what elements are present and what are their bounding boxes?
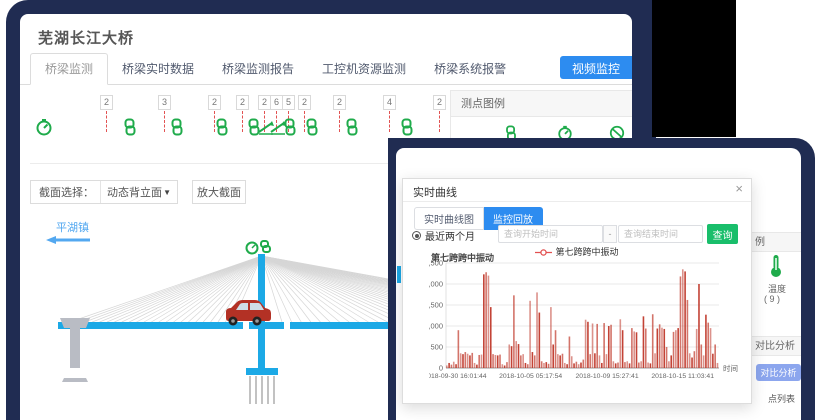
tower-sensor-icons [247, 241, 271, 254]
svg-text:1,500: 1,500 [429, 301, 443, 310]
query-start-time-input[interactable] [498, 225, 603, 243]
svg-text:2,500: 2,500 [429, 259, 443, 268]
svg-text:2018-10-05 05:17:54: 2018-10-05 05:17:54 [499, 373, 562, 380]
chain-icon[interactable] [303, 118, 321, 136]
black-region [652, 0, 736, 137]
svg-text:500: 500 [430, 343, 443, 352]
query-button[interactable]: 查询 [707, 224, 738, 244]
svg-text:时间: 时间 [723, 363, 738, 373]
compare-section-header: 对比分析 [752, 336, 801, 356]
sensor-count-badge: 2 [333, 95, 346, 110]
screen: 芜湖长江大桥 桥梁监测桥梁实时数据桥梁监测报告工控机资源监测桥梁系统报警 视频监… [0, 0, 815, 420]
sensor-dash-line [389, 111, 390, 132]
sensor-count-badge: 5 [282, 95, 295, 110]
bridge-pier [60, 318, 90, 382]
vibration-chart-canvas[interactable]: 0 500 1,000 1,500 2,000 2,500 2018-09-30 16:01… [429, 259, 741, 391]
chain-icon[interactable] [343, 118, 361, 136]
legend-label: 第七跨跨中振动 [555, 247, 618, 257]
svg-text:2018-10-15 11:03:41: 2018-10-15 11:03:41 [651, 373, 714, 380]
radio-label: 最近两个月 [425, 228, 475, 243]
sensor-dash-line [164, 111, 165, 132]
tower-sliver [397, 266, 401, 283]
temperature-count: ( 9 ) [764, 294, 780, 304]
dialog-tab-1[interactable]: 实时曲线图 [414, 207, 484, 230]
query-end-time-input[interactable] [618, 225, 703, 243]
svg-text:2,000: 2,000 [429, 280, 443, 289]
sensor-count-badge: 2 [298, 95, 311, 110]
sensor-count-badge: 2 [100, 95, 113, 110]
dialog-title: 实时曲线 [413, 184, 457, 200]
dialog-header: 实时曲线 × [403, 179, 751, 202]
sensor-count-badge: 2 [433, 95, 446, 110]
chevron-down-icon: ▼ [163, 188, 171, 197]
chain-icon[interactable] [281, 118, 299, 136]
sensor-dash-line [339, 111, 340, 132]
sensor-count-badge: 2 [208, 95, 221, 110]
overlay-window: 例 温度 ( 9 ) 对比分析 对比分析 点列表 实时曲线 × 实时曲线图监控回… [388, 138, 815, 420]
zoom-section-button[interactable]: 放大截面 [192, 180, 246, 204]
sensor-dash-line [106, 111, 107, 132]
svg-text:0: 0 [439, 364, 443, 373]
realtime-curve-dialog: 实时曲线 × 实时曲线图监控回放 最近两个月 - 查询 第七跨跨中振动 [402, 178, 752, 404]
overlay-window-content: 例 温度 ( 9 ) 对比分析 对比分析 点列表 实时曲线 × 实时曲线图监控回… [396, 148, 801, 420]
gauge-icon[interactable] [35, 118, 53, 136]
chain-icon[interactable] [213, 118, 231, 136]
section-select-dropdown[interactable]: 动态背立面 ▼ [101, 184, 177, 200]
legend-panel-title: 测点图例 [451, 91, 632, 117]
section-select-label: 截面选择： [31, 181, 101, 203]
sensor-dash-line [439, 111, 440, 132]
date-range-separator: - [603, 225, 617, 243]
legend-marker-icon [535, 248, 552, 257]
sensor-dash-line [242, 111, 243, 132]
chain-icon[interactable] [168, 118, 186, 136]
point-list-fragment: 点列表 [768, 392, 795, 405]
compare-analysis-button[interactable]: 对比分析 [756, 364, 801, 381]
section-select-value: 动态背立面 [107, 184, 162, 200]
svg-text:2018-10-09 15:27:41: 2018-10-09 15:27:41 [576, 373, 639, 380]
sensor-count-badge: 4 [383, 95, 396, 110]
sensor-count-badge: 3 [158, 95, 171, 110]
radio-icon[interactable] [412, 231, 421, 240]
svg-text:1,000: 1,000 [429, 322, 443, 331]
chain-icon[interactable] [398, 118, 416, 136]
legend-header-fragment: 例 [752, 232, 801, 252]
chain-icon[interactable] [121, 118, 139, 136]
section-select-group: 截面选择： 动态背立面 ▼ [30, 180, 178, 204]
recent-two-months-option[interactable]: 最近两个月 [412, 228, 475, 243]
close-icon[interactable]: × [735, 182, 743, 195]
sensor-count-badge: 2 [236, 95, 249, 110]
bank-label: 平湖镇 [56, 219, 89, 235]
svg-text:2018-09-30 16:01:44: 2018-09-30 16:01:44 [429, 373, 487, 380]
thermometer-icon[interactable] [770, 254, 782, 278]
